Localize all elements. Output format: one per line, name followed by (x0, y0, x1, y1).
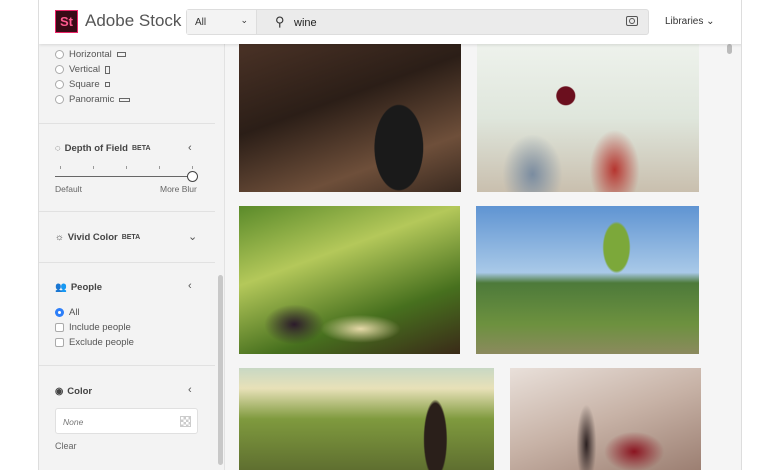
section-title: Color (67, 386, 93, 397)
divider (39, 262, 215, 263)
app-window: St Adobe Stock All ⌄ ⚲ wine Libraries ⌄ H… (38, 0, 742, 470)
beta-badge: BETA (121, 234, 141, 241)
brand-name[interactable]: Adobe Stock (85, 11, 181, 31)
divider (39, 365, 215, 366)
option-label: All (69, 307, 80, 318)
orientation-square[interactable]: Square (55, 79, 110, 90)
chevron-left-icon[interactable]: ‹ (188, 280, 192, 292)
search-input[interactable]: wine (294, 17, 317, 29)
result-image[interactable] (239, 206, 460, 354)
libraries-menu[interactable]: Libraries ⌄ (665, 16, 715, 27)
result-image[interactable] (476, 206, 699, 354)
chevron-left-icon[interactable]: ‹ (188, 384, 192, 396)
result-image[interactable] (239, 368, 494, 470)
orientation-panoramic[interactable]: Panoramic (55, 94, 131, 105)
asset-type-select[interactable]: All ⌄ (187, 10, 257, 34)
asset-type-value: All (195, 17, 207, 28)
depth-of-field-header[interactable]: ◌ Depth of Field BETA (55, 143, 151, 154)
eye-icon: ◉ (55, 386, 64, 397)
orientation-horizontal[interactable]: Horizontal (55, 49, 126, 60)
option-label: Vertical (69, 64, 101, 75)
square-icon (104, 82, 110, 87)
option-label: Horizontal (69, 49, 112, 60)
radio[interactable] (55, 80, 64, 89)
depth-of-field-slider[interactable] (55, 166, 198, 182)
people-icon: 👥 (55, 282, 67, 293)
option-label: Square (69, 79, 100, 90)
chevron-down-icon: ⌄ (706, 16, 715, 27)
section-title: Vivid Color (67, 232, 118, 243)
slider-max-label: More Blur (160, 184, 197, 194)
checkbox[interactable] (55, 338, 64, 347)
sun-icon: ☼ (55, 232, 64, 243)
search-icon: ⚲ (275, 14, 285, 29)
people-header[interactable]: 👥 People (55, 282, 102, 293)
aperture-icon: ◌ (55, 143, 61, 154)
radio[interactable] (55, 65, 64, 74)
beta-badge: BETA (131, 145, 151, 152)
people-include[interactable]: Include people (55, 322, 131, 333)
section-title: Depth of Field (64, 143, 128, 154)
filter-sidebar: Horizontal Vertical Square Panoramic ◌ De… (39, 44, 225, 470)
adobe-stock-logo[interactable]: St (55, 10, 78, 33)
radio-selected[interactable] (55, 308, 64, 317)
divider (39, 123, 215, 124)
divider (39, 211, 215, 212)
horizontal-icon (116, 52, 126, 57)
slider-tick (192, 166, 193, 169)
slider-tick (60, 166, 61, 169)
chevron-left-icon[interactable]: ‹ (188, 142, 192, 154)
slider-tick (159, 166, 160, 169)
option-label: Exclude people (69, 337, 134, 348)
vivid-color-header[interactable]: ☼ Vivid Color BETA (55, 232, 140, 243)
slider-handle[interactable] (187, 171, 198, 182)
checkbox[interactable] (55, 323, 64, 332)
result-image[interactable] (477, 44, 699, 192)
vertical-icon (105, 65, 111, 74)
people-all[interactable]: All (55, 307, 80, 318)
camera-icon[interactable] (626, 16, 638, 26)
header: St Adobe Stock All ⌄ ⚲ wine Libraries ⌄ (39, 0, 741, 44)
section-title: People (70, 282, 102, 293)
slider-tick (126, 166, 127, 169)
option-label: Panoramic (69, 94, 115, 105)
slider-tick (93, 166, 94, 169)
chevron-down-icon: ⌄ (240, 15, 248, 25)
radio[interactable] (55, 95, 64, 104)
orientation-vertical[interactable]: Vertical (55, 64, 111, 75)
result-image[interactable] (239, 44, 461, 192)
color-picker-field[interactable]: None (55, 408, 198, 434)
option-label: Include people (69, 322, 131, 333)
libraries-label: Libraries (665, 16, 704, 27)
people-exclude[interactable]: Exclude people (55, 337, 134, 348)
color-value: None (63, 417, 84, 427)
panoramic-icon (119, 97, 131, 102)
transparency-icon[interactable] (180, 416, 191, 427)
chevron-down-icon[interactable]: ⌄ (188, 230, 197, 243)
slider-min-label: Default (55, 184, 82, 194)
radio[interactable] (55, 50, 64, 59)
results-scrollbar[interactable] (727, 44, 732, 54)
sidebar-scrollbar[interactable] (218, 275, 223, 465)
result-image[interactable] (510, 368, 701, 470)
clear-color-link[interactable]: Clear (55, 441, 77, 451)
search-bar: All ⌄ ⚲ wine (186, 9, 649, 35)
color-header[interactable]: ◉ Color (55, 386, 92, 397)
